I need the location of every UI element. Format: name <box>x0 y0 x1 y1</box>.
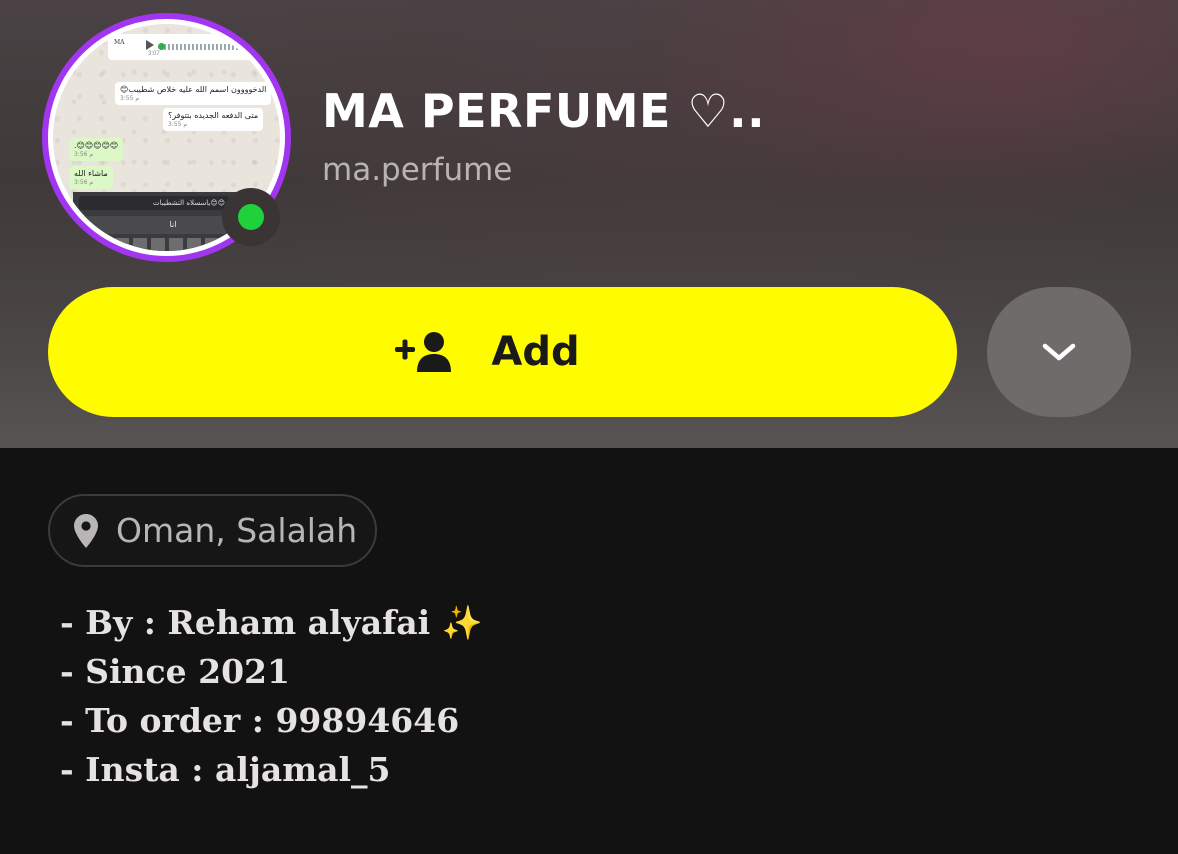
more-options-button[interactable] <box>987 287 1131 417</box>
online-status-icon <box>238 204 264 230</box>
keyboard-input: ياسسلاه التشطيبات😊😊 <box>79 196 229 210</box>
waveform <box>160 44 270 50</box>
chat-bubble: الدخوووون اسمم الله عليه خلاص شطيبب😊 3:5… <box>115 82 272 105</box>
location-pin-icon <box>74 513 98 548</box>
profile-header: MA 3:07 الدخوووون اسمم الله عليه خلاص شط… <box>0 0 1178 448</box>
voice-message: MA 3:07 <box>108 34 280 60</box>
chat-bubble: متى الدفعه الجديده بتتوفر؟ 3:55 م <box>163 108 264 131</box>
play-icon <box>146 40 154 50</box>
voice-brand: MA <box>114 39 125 46</box>
online-indicator <box>222 188 280 246</box>
profile-bio: - By : Reham alyafai ✨ - Since 2021 - To… <box>60 598 483 794</box>
chat-bubble: ماشاء الله 3:56 م <box>69 166 113 189</box>
location-label: Oman, Salalah <box>116 511 358 550</box>
bio-line: - By : Reham alyafai ✨ <box>60 603 483 642</box>
sparkles-icon: ✨ <box>441 603 483 642</box>
bio-line: - Insta : aljamal_5 <box>60 750 391 789</box>
profile-username: ma.perfume <box>322 152 513 188</box>
location-chip[interactable]: Oman, Salalah <box>48 494 377 567</box>
bio-line: - Since 2021 <box>60 652 290 691</box>
chevron-down-icon <box>1042 343 1076 361</box>
voice-time: 3:07 <box>148 51 160 57</box>
add-friend-button[interactable]: Add <box>48 287 957 417</box>
chat-bubble: 😊😊😊😊😊. 3:56 م <box>69 138 124 161</box>
add-button-label: Add <box>491 329 580 375</box>
add-friend-icon <box>395 332 452 372</box>
profile-display-name: MA PERFUME ♡.. <box>322 84 766 138</box>
bio-line: - To order : 99894646 <box>60 701 460 740</box>
